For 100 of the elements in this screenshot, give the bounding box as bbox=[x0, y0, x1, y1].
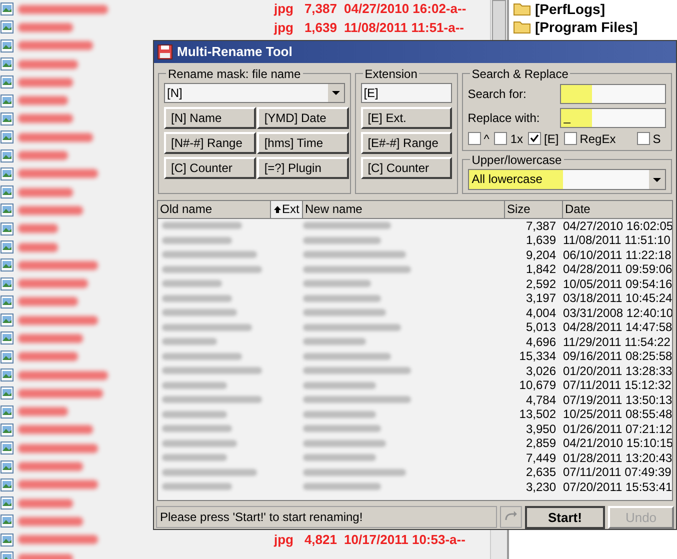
date-cell-text: 07/20/2011 15:53:41 bbox=[563, 478, 672, 496]
size-cell-text: 1,842 bbox=[524, 261, 556, 278]
status-message: Please press 'Start!' to start renaming! bbox=[156, 506, 498, 528]
column-header[interactable]: Old name bbox=[158, 200, 271, 219]
date-cell-text: 11/29/2011 11:54:22 bbox=[563, 334, 670, 351]
input-field[interactable]: _ bbox=[560, 108, 666, 128]
sort-up-arrow-icon bbox=[273, 204, 282, 214]
size-cell-text: 9,204 bbox=[524, 246, 556, 264]
image-file-icon bbox=[0, 441, 14, 456]
blurred-file-name bbox=[18, 242, 58, 252]
date-cell-text: 10/05/2011 09:54:16 bbox=[563, 276, 672, 293]
blurred-file-name bbox=[18, 279, 88, 288]
image-file-icon bbox=[0, 185, 14, 200]
group-label: Rename mask: file name bbox=[167, 66, 302, 83]
column-header[interactable]: Ext bbox=[271, 200, 303, 219]
date-cell-text: 07/11/2011 07:49:39 bbox=[563, 464, 672, 482]
mask-button[interactable]: [C] Counter bbox=[164, 156, 256, 179]
size-cell-text: 3,026 bbox=[524, 362, 556, 380]
image-file-icon bbox=[0, 166, 14, 181]
size-cell-text: 7,449 bbox=[524, 450, 556, 467]
extension-button[interactable]: [E] Ext. bbox=[360, 106, 452, 129]
mask-button[interactable]: [hms] Time bbox=[257, 132, 350, 154]
blurred-file-name bbox=[18, 516, 83, 526]
date-cell-text: 04/28/2011 09:59:06 bbox=[563, 261, 672, 278]
image-file-icon bbox=[0, 130, 14, 144]
file-extension: jpg bbox=[274, 0, 294, 18]
column-header[interactable]: Size bbox=[505, 200, 563, 219]
image-file-icon bbox=[0, 57, 14, 72]
case-dropdown[interactable]: All lowercase bbox=[468, 168, 666, 190]
extension-button[interactable]: [E#-#] Range bbox=[360, 132, 452, 154]
size-cell-text: 7,387 bbox=[524, 218, 556, 235]
blurred-old-name bbox=[162, 483, 232, 490]
date-cell-text: 09/16/2011 08:25:58 bbox=[563, 348, 672, 366]
blurred-old-name bbox=[162, 425, 232, 432]
field-label: Replace with: bbox=[468, 110, 541, 127]
start-button[interactable]: Start! bbox=[525, 506, 605, 529]
blurred-file-name bbox=[18, 60, 78, 69]
input-field[interactable] bbox=[560, 84, 666, 104]
blurred-old-name bbox=[162, 382, 227, 389]
size-cell-text: 4,784 bbox=[524, 392, 556, 409]
folder-name[interactable]: [Program Files] bbox=[535, 16, 638, 38]
blurred-file-name bbox=[18, 96, 68, 106]
mask-button[interactable]: [N] Name bbox=[164, 106, 256, 129]
image-file-icon bbox=[0, 460, 14, 474]
blurred-new-name bbox=[303, 338, 366, 346]
blurred-file-name bbox=[18, 224, 58, 234]
size-cell-text: 3,950 bbox=[524, 420, 556, 438]
blurred-file-name bbox=[18, 334, 83, 343]
folder-icon bbox=[513, 2, 531, 16]
mask-button[interactable]: [=?] Plugin bbox=[257, 156, 350, 179]
date-cell-text: 07/11/2011 15:12:32 bbox=[563, 377, 672, 394]
group-label: Search & Replace bbox=[470, 66, 570, 83]
size-cell-text: 10,679 bbox=[518, 377, 556, 394]
image-file-icon bbox=[0, 350, 14, 364]
image-file-icon bbox=[0, 112, 14, 126]
date-cell-text: 03/18/2011 10:45:24 bbox=[563, 290, 672, 308]
image-file-icon bbox=[0, 313, 14, 328]
size-cell-text: 4,696 bbox=[524, 334, 556, 351]
file-extension: jpg bbox=[274, 531, 294, 550]
folder-icon bbox=[513, 20, 531, 34]
extension-button[interactable]: [C] Counter bbox=[360, 156, 452, 179]
column-header[interactable]: New name bbox=[303, 200, 505, 219]
blurred-file-name bbox=[18, 188, 73, 197]
blurred-old-name bbox=[162, 410, 227, 418]
image-file-icon bbox=[0, 203, 14, 218]
file-size: 4,821 bbox=[304, 531, 337, 550]
image-file-icon bbox=[0, 222, 14, 236]
mask-button[interactable]: [N#-#] Range bbox=[164, 132, 256, 154]
folder-name[interactable]: [PerfLogs] bbox=[535, 0, 605, 20]
checkbox[interactable] bbox=[636, 132, 650, 146]
size-cell-text: 2,592 bbox=[524, 276, 556, 293]
checkbox-label: ^ bbox=[484, 130, 490, 148]
checkbox[interactable] bbox=[528, 132, 542, 146]
blurred-file-name bbox=[18, 407, 68, 416]
window-title: Multi-Rename Tool bbox=[177, 43, 292, 62]
image-file-icon bbox=[0, 478, 14, 492]
image-file-icon bbox=[0, 258, 14, 272]
blurred-file-name bbox=[18, 297, 78, 306]
file-date: 11/08/2011 11:51-a-- bbox=[344, 18, 464, 37]
checkbox[interactable] bbox=[468, 132, 481, 146]
column-label: Size bbox=[507, 201, 530, 218]
extension-field[interactable]: [E] bbox=[360, 82, 452, 103]
file-extension: jpg bbox=[274, 18, 294, 37]
checkbox[interactable] bbox=[564, 132, 577, 146]
file-date: 04/27/2010 16:02-a-- bbox=[344, 0, 466, 18]
image-file-icon bbox=[0, 532, 14, 547]
blurred-file-name bbox=[18, 78, 73, 87]
image-file-icon bbox=[0, 94, 14, 108]
mask-dropdown[interactable]: [N] bbox=[164, 82, 345, 103]
blurred-old-name bbox=[162, 236, 232, 244]
checkbox-label: 1x bbox=[510, 130, 524, 148]
checkbox-label: RegEx bbox=[580, 130, 616, 148]
checkbox-label: [E] bbox=[544, 130, 559, 148]
blurred-file-name bbox=[18, 462, 83, 472]
checkbox[interactable] bbox=[494, 132, 508, 146]
column-header[interactable]: Date bbox=[563, 200, 672, 219]
image-file-icon bbox=[0, 404, 14, 419]
image-file-icon bbox=[0, 75, 14, 90]
file-date: 10/17/2011 10:53-a-- bbox=[344, 531, 466, 550]
mask-button[interactable]: [YMD] Date bbox=[257, 106, 350, 129]
